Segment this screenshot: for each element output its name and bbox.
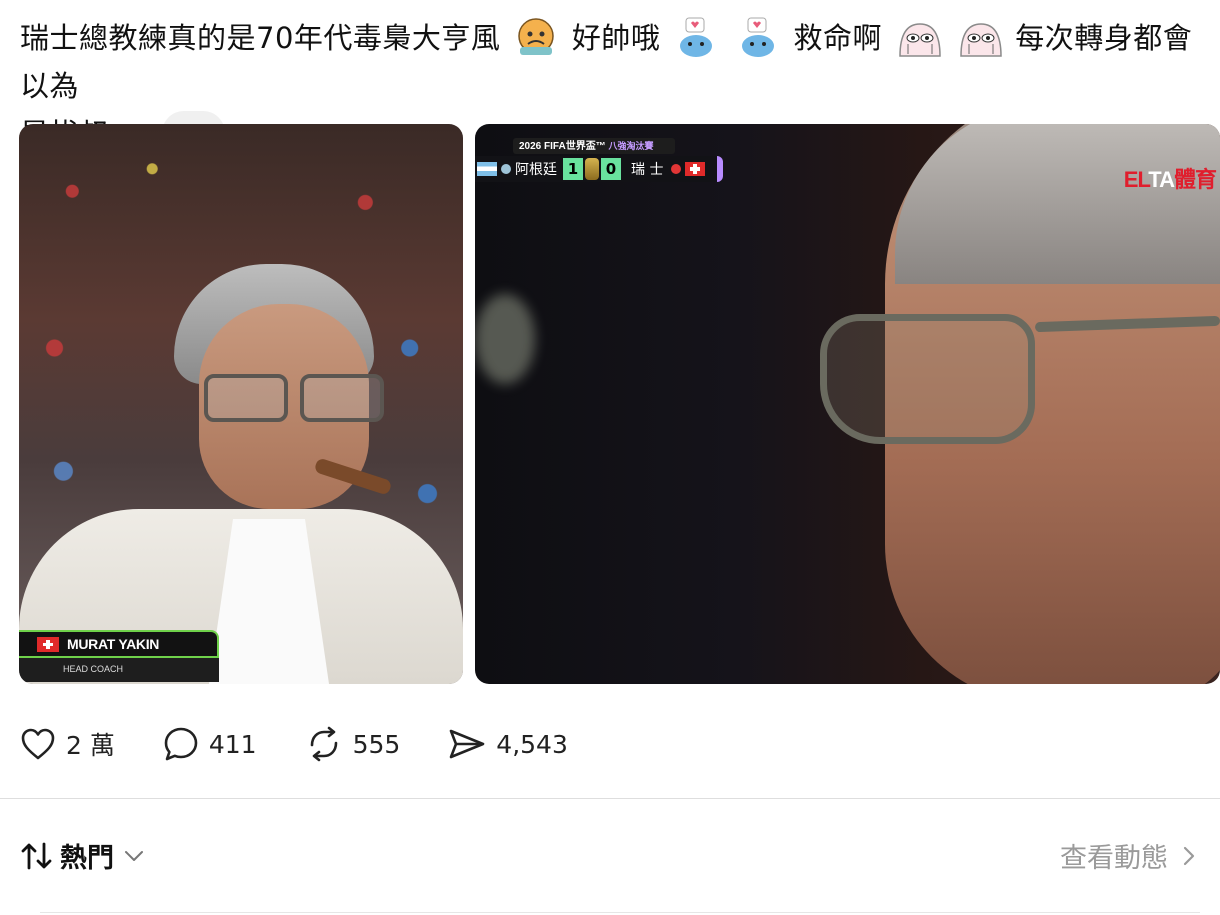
scoreboard-title: 2026 FIFA世界盃™ 八強淘汰賽 (513, 138, 675, 154)
repost-button[interactable]: 555 (305, 726, 401, 762)
score-away: 0 (601, 158, 621, 180)
like-count: 2 萬 (66, 731, 115, 760)
post-text-part: 好帥哦 (571, 21, 661, 55)
coach-glasses (204, 374, 388, 424)
score-home: 1 (563, 158, 583, 180)
post-text-part: 瑞士總教練真的是70年代毒梟大亨風 (20, 21, 501, 55)
swiss-flag-icon (37, 636, 59, 652)
bokeh-light (475, 294, 535, 384)
repost-icon (310, 726, 337, 762)
trophy-icon (585, 158, 599, 180)
coach-name: MURAT YAKIN (67, 636, 160, 652)
lower-third-caption: MURAT YAKIN HEAD COACH (19, 630, 219, 684)
chevron-down-icon (125, 850, 143, 861)
comment-count: 411 (208, 729, 257, 759)
team-badge-icon (501, 164, 511, 174)
broadcaster-logo: ELTA體育 (1123, 167, 1217, 192)
heart-cat-sticker-icon (736, 16, 780, 58)
bottom-divider (40, 912, 1200, 913)
action-bar: 2 萬 411 555 4,543 (20, 722, 616, 766)
media-image-right[interactable]: 2026 FIFA世界盃™ 八強淘汰賽 阿根廷 1 0 瑞 士 ELTA體育 (475, 124, 1220, 684)
team-away: 瑞 士 (631, 162, 664, 178)
view-activity-link[interactable]: 查看動態 (1060, 836, 1196, 875)
sort-arrows-icon (21, 842, 52, 869)
crying-face-sticker-icon (514, 16, 558, 58)
scoreboard-row: 阿根廷 1 0 瑞 士 (475, 156, 723, 182)
shocked-eyes-sticker-icon (957, 16, 1003, 58)
heart-icon (21, 728, 55, 760)
share-button[interactable]: 4,543 (448, 727, 568, 761)
activity-label: 查看動態 (1060, 843, 1168, 874)
scoreboard-stage: 八強淘汰賽 (608, 141, 654, 151)
share-count: 4,543 (496, 729, 568, 759)
comment-bubble-icon (164, 727, 198, 761)
send-paper-plane-icon (449, 729, 485, 759)
heart-cat-sticker-icon (674, 16, 718, 58)
sort-dropdown[interactable]: 熱門 (20, 836, 144, 875)
shocked-eyes-sticker-icon (896, 16, 941, 58)
repost-count: 555 (352, 729, 401, 759)
coach-role: HEAD COACH (19, 658, 219, 682)
coach-closeup-hair (895, 124, 1220, 284)
comment-button[interactable]: 411 (163, 726, 257, 762)
sort-label: 熱門 (60, 843, 114, 874)
scoreboard: 2026 FIFA世界盃™ 八強淘汰賽 阿根廷 1 0 瑞 士 (475, 138, 725, 182)
post-text-part: 救命啊 (793, 21, 883, 55)
team-home: 阿根廷 (515, 162, 557, 178)
like-button[interactable]: 2 萬 (20, 726, 115, 762)
coach-closeup-glasses (820, 314, 1035, 444)
team-badge-red-icon (671, 164, 682, 174)
section-divider (0, 798, 1220, 799)
argentina-flag-icon (477, 162, 497, 176)
media-image-left[interactable]: MURAT YAKIN HEAD COACH (19, 124, 463, 684)
swiss-flag-icon (685, 162, 706, 176)
chevron-right-icon (1183, 846, 1195, 865)
